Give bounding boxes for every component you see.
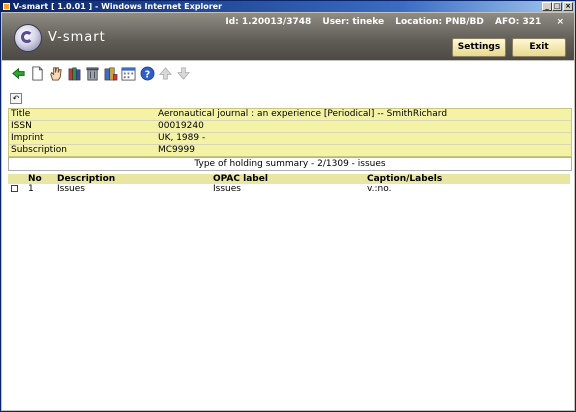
issn-label: ISSN xyxy=(11,121,32,131)
subscription-label: Subscription xyxy=(11,145,67,155)
logo-text: V-smart xyxy=(48,30,106,45)
title-value: Aeronautical journal : an experience [Pe… xyxy=(158,109,448,119)
books-icon[interactable] xyxy=(67,66,82,81)
hand-select-icon[interactable] xyxy=(48,66,63,81)
imprint-value: UK, 1989 - xyxy=(158,133,206,143)
header-opac-label[interactable]: OPAC label xyxy=(213,174,268,184)
up-arrow-icon xyxy=(159,67,172,80)
help-icon[interactable]: ? xyxy=(140,66,155,81)
subscription-row: Subscription MC9999 xyxy=(9,145,571,156)
imprint-row: Imprint UK, 1989 - xyxy=(9,133,571,145)
record-info: Title Aeronautical journal : an experien… xyxy=(8,108,572,157)
title-label: Title xyxy=(11,109,31,119)
toolbar: ? xyxy=(8,65,568,83)
session-info: Id: 1.20013/3748 User: tineke Location: … xyxy=(217,17,564,27)
maximize-icon[interactable]: □ xyxy=(552,2,562,11)
minimize-icon[interactable]: _ xyxy=(542,2,552,11)
imprint-label: Imprint xyxy=(11,133,44,143)
window-title: V-smart [ 1.0.01 ] - Windows Internet Ex… xyxy=(13,2,223,11)
table-row[interactable]: 1 Issues Issues v.:no. xyxy=(8,184,570,195)
id-text: Id: 1.20013/3748 xyxy=(225,17,312,27)
cell-description: Issues xyxy=(57,184,85,194)
subscription-value: MC9999 xyxy=(158,145,195,155)
header-description[interactable]: Description xyxy=(57,174,115,184)
holding-summary-title: Type of holding summary - 2/1309 - issue… xyxy=(8,157,572,171)
main-content: ? ↶ Title Aeronautical journal : an expe… xyxy=(2,61,574,410)
undo-icon[interactable]: ↶ xyxy=(10,93,22,104)
window-close-icon[interactable]: × xyxy=(563,2,573,11)
cell-opac-label: Issues xyxy=(213,184,241,194)
new-document-icon[interactable] xyxy=(30,66,45,81)
row-checkbox[interactable] xyxy=(11,185,18,192)
cell-no: 1 xyxy=(28,184,34,194)
header-no[interactable]: No xyxy=(28,174,42,184)
afo-text: AFO: 321 xyxy=(495,17,542,27)
settings-button[interactable]: Settings xyxy=(452,38,506,57)
back-arrow-icon[interactable] xyxy=(11,66,26,81)
browser-window: V-smart [ 1.0.01 ] - Windows Internet Ex… xyxy=(0,0,576,412)
book-stack-icon[interactable] xyxy=(103,66,118,81)
issn-value: 00019240 xyxy=(158,121,204,131)
header-caption-labels[interactable]: Caption/Labels xyxy=(367,174,442,184)
title-row: Title Aeronautical journal : an experien… xyxy=(9,109,571,121)
close-app-icon[interactable]: × xyxy=(556,17,564,27)
down-arrow-icon xyxy=(177,67,190,80)
issn-row: ISSN 00019240 xyxy=(9,121,571,133)
window-titlebar: V-smart [ 1.0.01 ] - Windows Internet Ex… xyxy=(1,1,575,12)
ie-app-icon xyxy=(3,3,10,10)
holding-table: No Description OPAC label Caption/Labels… xyxy=(8,174,570,195)
cell-caption-labels: v.:no. xyxy=(367,184,392,194)
trash-icon[interactable] xyxy=(85,66,100,81)
app-header: V-smart Id: 1.20013/3748 User: tineke Lo… xyxy=(2,13,574,60)
calendar-icon[interactable] xyxy=(121,66,136,81)
user-text: User: tineke xyxy=(322,17,385,27)
vsmart-logo-icon xyxy=(14,24,42,52)
table-header: No Description OPAC label Caption/Labels xyxy=(8,174,570,184)
location-text: Location: PNB/BD xyxy=(395,17,484,27)
exit-button[interactable]: Exit xyxy=(512,38,566,57)
svg-text:?: ? xyxy=(145,69,150,80)
